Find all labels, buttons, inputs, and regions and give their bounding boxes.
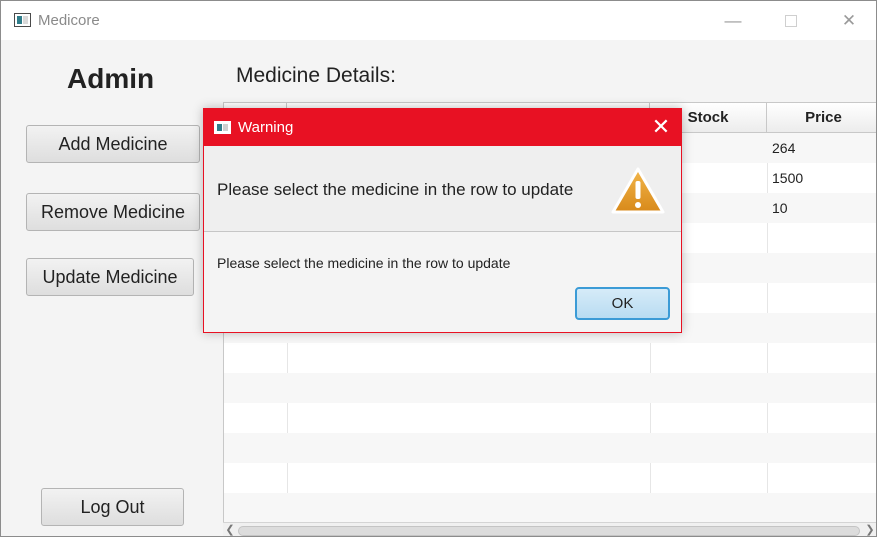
dialog-content-text: Please select the medicine in the row to…: [217, 255, 511, 271]
table-row[interactable]: [224, 343, 876, 373]
minimize-button[interactable]: —: [718, 9, 748, 33]
maximize-button[interactable]: [776, 9, 806, 33]
dialog-header: Please select the medicine in the row to…: [204, 146, 681, 232]
price-cell: 1500: [772, 170, 804, 186]
add-medicine-button[interactable]: Add Medicine: [26, 125, 200, 163]
dialog-title: Warning: [238, 119, 294, 136]
table-row[interactable]: [224, 493, 876, 522]
dialog-title-bar: Warning ✕: [204, 109, 681, 146]
dialog-close-button[interactable]: ✕: [649, 115, 673, 139]
maximize-icon: [785, 15, 797, 27]
table-row[interactable]: [224, 403, 876, 433]
horizontal-scrollbar[interactable]: ❮ ❯: [223, 522, 876, 536]
warning-dialog: Warning ✕ Please select the medicine in …: [203, 108, 682, 333]
app-window: Medicore — ✕ Admin Add Medicine Remove M…: [0, 0, 877, 537]
scroll-right-icon[interactable]: ❯: [863, 523, 876, 536]
app-icon: [14, 13, 31, 27]
price-cell: 264: [772, 140, 796, 156]
dialog-app-icon: [214, 121, 231, 134]
title-bar: Medicore — ✕: [1, 1, 876, 40]
warning-icon: [611, 167, 665, 214]
ok-button[interactable]: OK: [575, 287, 670, 320]
price-cell: 10: [772, 200, 788, 216]
dialog-header-text: Please select the medicine in the row to…: [217, 180, 574, 199]
table-row[interactable]: [224, 433, 876, 463]
admin-heading: Admin: [67, 63, 155, 94]
window-title: Medicore: [38, 12, 100, 29]
scroll-left-icon[interactable]: ❮: [223, 523, 237, 536]
scrollbar-thumb[interactable]: [238, 526, 860, 536]
page-title: Medicine Details:: [236, 64, 396, 87]
table-row[interactable]: [224, 373, 876, 403]
column-header-price[interactable]: Price: [767, 103, 876, 133]
remove-medicine-button[interactable]: Remove Medicine: [26, 193, 200, 231]
update-medicine-button[interactable]: Update Medicine: [26, 258, 194, 296]
table-row[interactable]: [224, 463, 876, 493]
close-window-button[interactable]: ✕: [834, 9, 864, 33]
log-out-button[interactable]: Log Out: [41, 488, 184, 526]
